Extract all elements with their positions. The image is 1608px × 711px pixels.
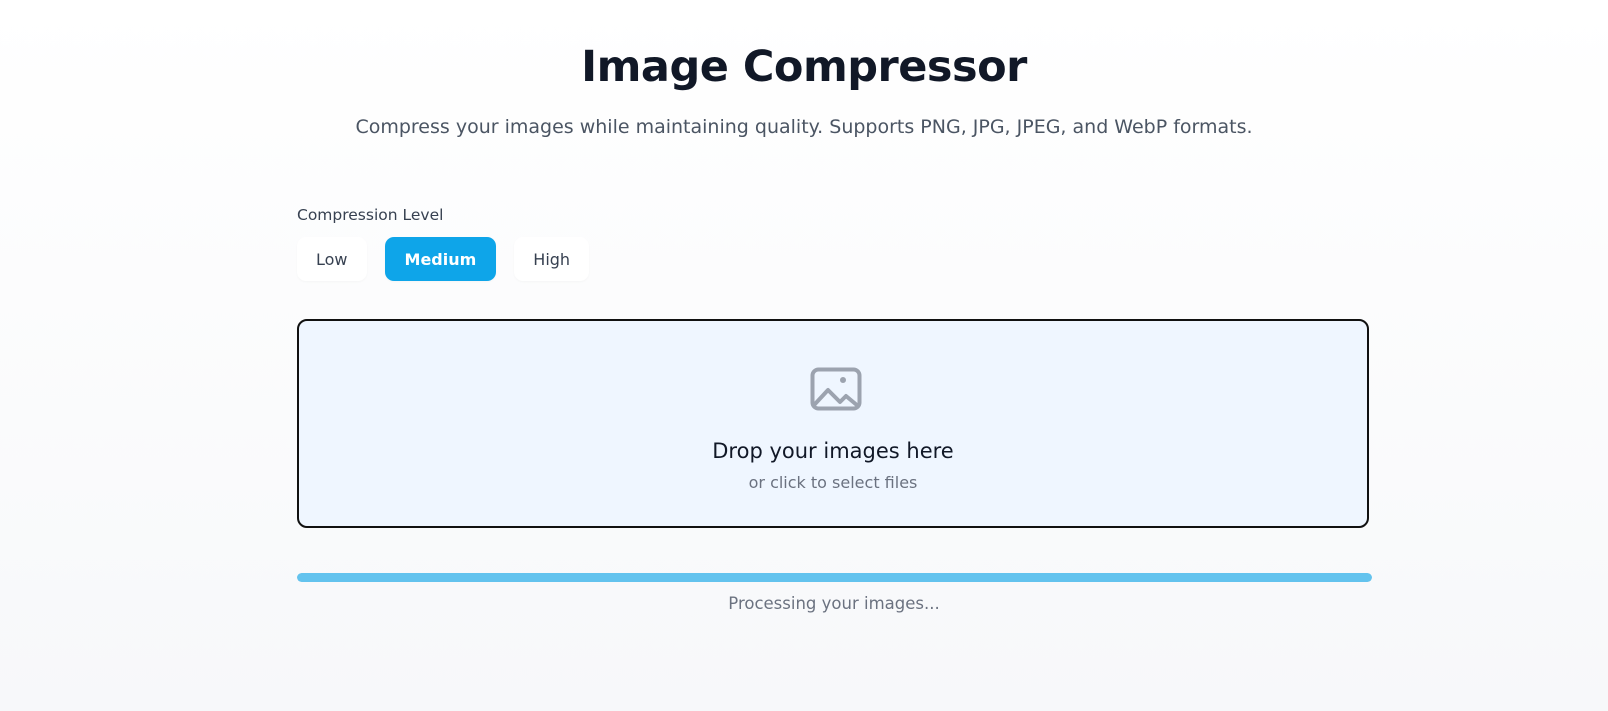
progress-bar-fill [297, 573, 1372, 582]
image-icon [810, 367, 862, 411]
progress-status-text: Processing your images... [728, 594, 940, 613]
compression-level-selector: Low Medium High [297, 237, 590, 281]
compression-low-button[interactable]: Low [297, 237, 367, 281]
dropzone-hint: or click to select files [748, 473, 918, 492]
image-dropzone[interactable]: Drop your images here or click to select… [297, 319, 1369, 528]
compression-high-button[interactable]: High [514, 237, 590, 281]
page-subtitle: Compress your images while maintaining q… [355, 116, 1253, 138]
dropzone-title: Drop your images here [712, 439, 954, 463]
compression-level-label: Compression Level [297, 206, 444, 224]
progress-bar [297, 573, 1372, 582]
compression-medium-button[interactable]: Medium [384, 237, 497, 281]
page-title: Image Compressor [581, 42, 1027, 92]
